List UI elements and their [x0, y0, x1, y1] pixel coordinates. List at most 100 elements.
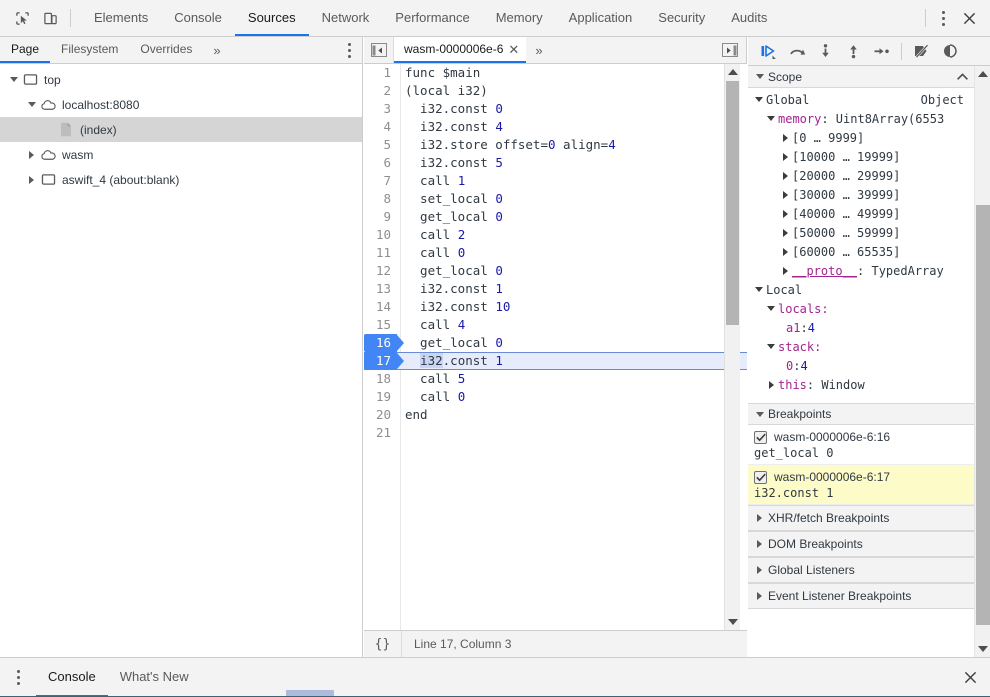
- scope-row-memory-range[interactable]: [40000 … 49999]: [748, 204, 990, 223]
- scope-row-a1[interactable]: a1 : 4: [748, 318, 990, 337]
- chevron-right-icon[interactable]: [755, 540, 764, 549]
- editor-more-tabs-icon[interactable]: »: [526, 37, 551, 63]
- chevron-right-icon[interactable]: [780, 210, 790, 218]
- editor-scrollbar[interactable]: [724, 64, 740, 630]
- code-editor[interactable]: 1 func $main 2 (local i32) 3 i32.const 0…: [364, 64, 747, 630]
- code-line[interactable]: 19 call 0: [364, 388, 747, 406]
- code-line[interactable]: 10 call 2: [364, 226, 747, 244]
- chevron-down-icon[interactable]: [8, 74, 19, 85]
- tab-sources[interactable]: Sources: [234, 0, 309, 36]
- chevron-right-icon[interactable]: [780, 153, 790, 161]
- debugger-scroll-thumb[interactable]: [976, 205, 990, 625]
- tab-network[interactable]: Network: [309, 0, 383, 36]
- tree-item-index[interactable]: (index): [0, 117, 362, 142]
- tab-memory[interactable]: Memory: [483, 0, 556, 36]
- chevron-down-icon[interactable]: [766, 306, 776, 311]
- main-menu-icon[interactable]: [932, 0, 954, 36]
- navigator-menu-icon[interactable]: [336, 37, 362, 63]
- dom-breakpoints-section-header[interactable]: DOM Breakpoints: [748, 531, 990, 557]
- close-icon[interactable]: ✕: [508, 43, 519, 56]
- chevron-down-icon[interactable]: [754, 287, 764, 292]
- nav-tab-page[interactable]: Page: [0, 37, 51, 63]
- chevron-down-icon[interactable]: [766, 116, 776, 121]
- scope-row-memory-range[interactable]: [20000 … 29999]: [748, 166, 990, 185]
- chevron-right-icon[interactable]: [780, 134, 790, 142]
- panel-right-icon[interactable]: [722, 43, 738, 57]
- chevron-down-icon[interactable]: [754, 97, 764, 102]
- scope-row-memory-range[interactable]: [50000 … 59999]: [748, 223, 990, 242]
- global-listeners-section-header[interactable]: Global Listeners: [748, 557, 990, 583]
- breakpoint-item[interactable]: wasm-0000006e-6:16 get_local 0: [748, 425, 990, 465]
- tree-item-aswift[interactable]: aswift_4 (about:blank): [0, 167, 362, 192]
- scope-row-local[interactable]: Local: [748, 280, 990, 299]
- scope-row-memory-range[interactable]: [10000 … 19999]: [748, 147, 990, 166]
- debugger-scrollbar[interactable]: [974, 66, 990, 657]
- editor-tab-wasm[interactable]: wasm-0000006e-6 ✕: [394, 37, 527, 63]
- code-line[interactable]: 8 set_local 0: [364, 190, 747, 208]
- nav-more-tabs-icon[interactable]: »: [203, 37, 230, 63]
- close-drawer-icon[interactable]: [950, 658, 990, 697]
- code-line[interactable]: 12 get_local 0: [364, 262, 747, 280]
- breakpoint-marker[interactable]: 17: [364, 352, 397, 370]
- chevron-right-icon[interactable]: [755, 514, 764, 523]
- xhr-breakpoints-section-header[interactable]: XHR/fetch Breakpoints: [748, 505, 990, 531]
- scope-row-memory-range[interactable]: [30000 … 39999]: [748, 185, 990, 204]
- chevron-right-icon[interactable]: [780, 267, 790, 275]
- code-line[interactable]: 3 i32.const 0: [364, 100, 747, 118]
- chevron-right-icon[interactable]: [780, 248, 790, 256]
- chevron-right-icon[interactable]: [780, 172, 790, 180]
- scope-row-locals[interactable]: locals :: [748, 299, 990, 318]
- code-line[interactable]: 9 get_local 0: [364, 208, 747, 226]
- chevron-right-icon[interactable]: [780, 229, 790, 237]
- code-line[interactable]: 7 call 1: [364, 172, 747, 190]
- drawer-tab-whats-new[interactable]: What's New: [108, 658, 201, 697]
- code-line[interactable]: 20 end: [364, 406, 747, 424]
- device-toolbar-icon[interactable]: [36, 0, 64, 36]
- tab-security[interactable]: Security: [645, 0, 718, 36]
- code-line[interactable]: 11 call 0: [364, 244, 747, 262]
- tree-item-wasm[interactable]: wasm: [0, 142, 362, 167]
- chevron-right-icon[interactable]: [26, 149, 37, 160]
- close-devtools-icon[interactable]: [954, 0, 984, 36]
- code-line-execution[interactable]: 17 i32.const 1: [364, 352, 747, 370]
- chevron-down-icon[interactable]: [26, 99, 37, 110]
- pretty-print-button[interactable]: {}: [364, 631, 402, 657]
- event-listener-breakpoints-section-header[interactable]: Event Listener Breakpoints: [748, 583, 990, 609]
- nav-tab-overrides[interactable]: Overrides: [129, 37, 203, 63]
- chevron-down-icon[interactable]: [755, 410, 764, 419]
- code-line[interactable]: 6 i32.const 5: [364, 154, 747, 172]
- tab-elements[interactable]: Elements: [81, 0, 161, 36]
- inspect-element-icon[interactable]: [8, 0, 36, 36]
- scroll-down-icon[interactable]: [975, 641, 990, 657]
- chevron-right-icon[interactable]: [26, 174, 37, 185]
- code-line[interactable]: 5 i32.store offset=0 align=4: [364, 136, 747, 154]
- scroll-up-icon[interactable]: [725, 64, 740, 80]
- scope-row-memory[interactable]: memory : Uint8Array(6553: [748, 109, 990, 128]
- breakpoint-item-active[interactable]: wasm-0000006e-6:17 i32.const 1: [748, 465, 990, 505]
- scroll-down-icon[interactable]: [725, 614, 740, 630]
- tab-application[interactable]: Application: [556, 0, 646, 36]
- tab-performance[interactable]: Performance: [382, 0, 482, 36]
- step-into-button[interactable]: [812, 38, 838, 65]
- drawer-menu-icon[interactable]: [0, 658, 36, 697]
- scope-row-memory-range[interactable]: [0 … 9999]: [748, 128, 990, 147]
- scope-section-header[interactable]: Scope: [748, 66, 990, 88]
- chevron-right-icon[interactable]: [766, 381, 776, 389]
- code-line[interactable]: 1 func $main: [364, 64, 747, 82]
- scope-row-memory-range[interactable]: [60000 … 65535]: [748, 242, 990, 261]
- chevron-right-icon[interactable]: [755, 566, 764, 575]
- nav-tab-filesystem[interactable]: Filesystem: [50, 37, 129, 63]
- tree-item-top[interactable]: top: [0, 67, 362, 92]
- chevron-down-icon[interactable]: [766, 344, 776, 349]
- code-line[interactable]: 2 (local i32): [364, 82, 747, 100]
- step-button[interactable]: [868, 38, 894, 65]
- scope-row-this[interactable]: this : Window: [748, 375, 990, 394]
- code-line[interactable]: 18 call 5: [364, 370, 747, 388]
- code-line-breakpoint[interactable]: 16 get_local 0: [364, 334, 747, 352]
- step-out-button[interactable]: [840, 38, 866, 65]
- code-line[interactable]: 13 i32.const 1: [364, 280, 747, 298]
- breakpoints-section-header[interactable]: Breakpoints: [748, 403, 990, 425]
- code-line[interactable]: 14 i32.const 10: [364, 298, 747, 316]
- step-over-button[interactable]: [784, 38, 810, 65]
- tab-console[interactable]: Console: [161, 0, 235, 36]
